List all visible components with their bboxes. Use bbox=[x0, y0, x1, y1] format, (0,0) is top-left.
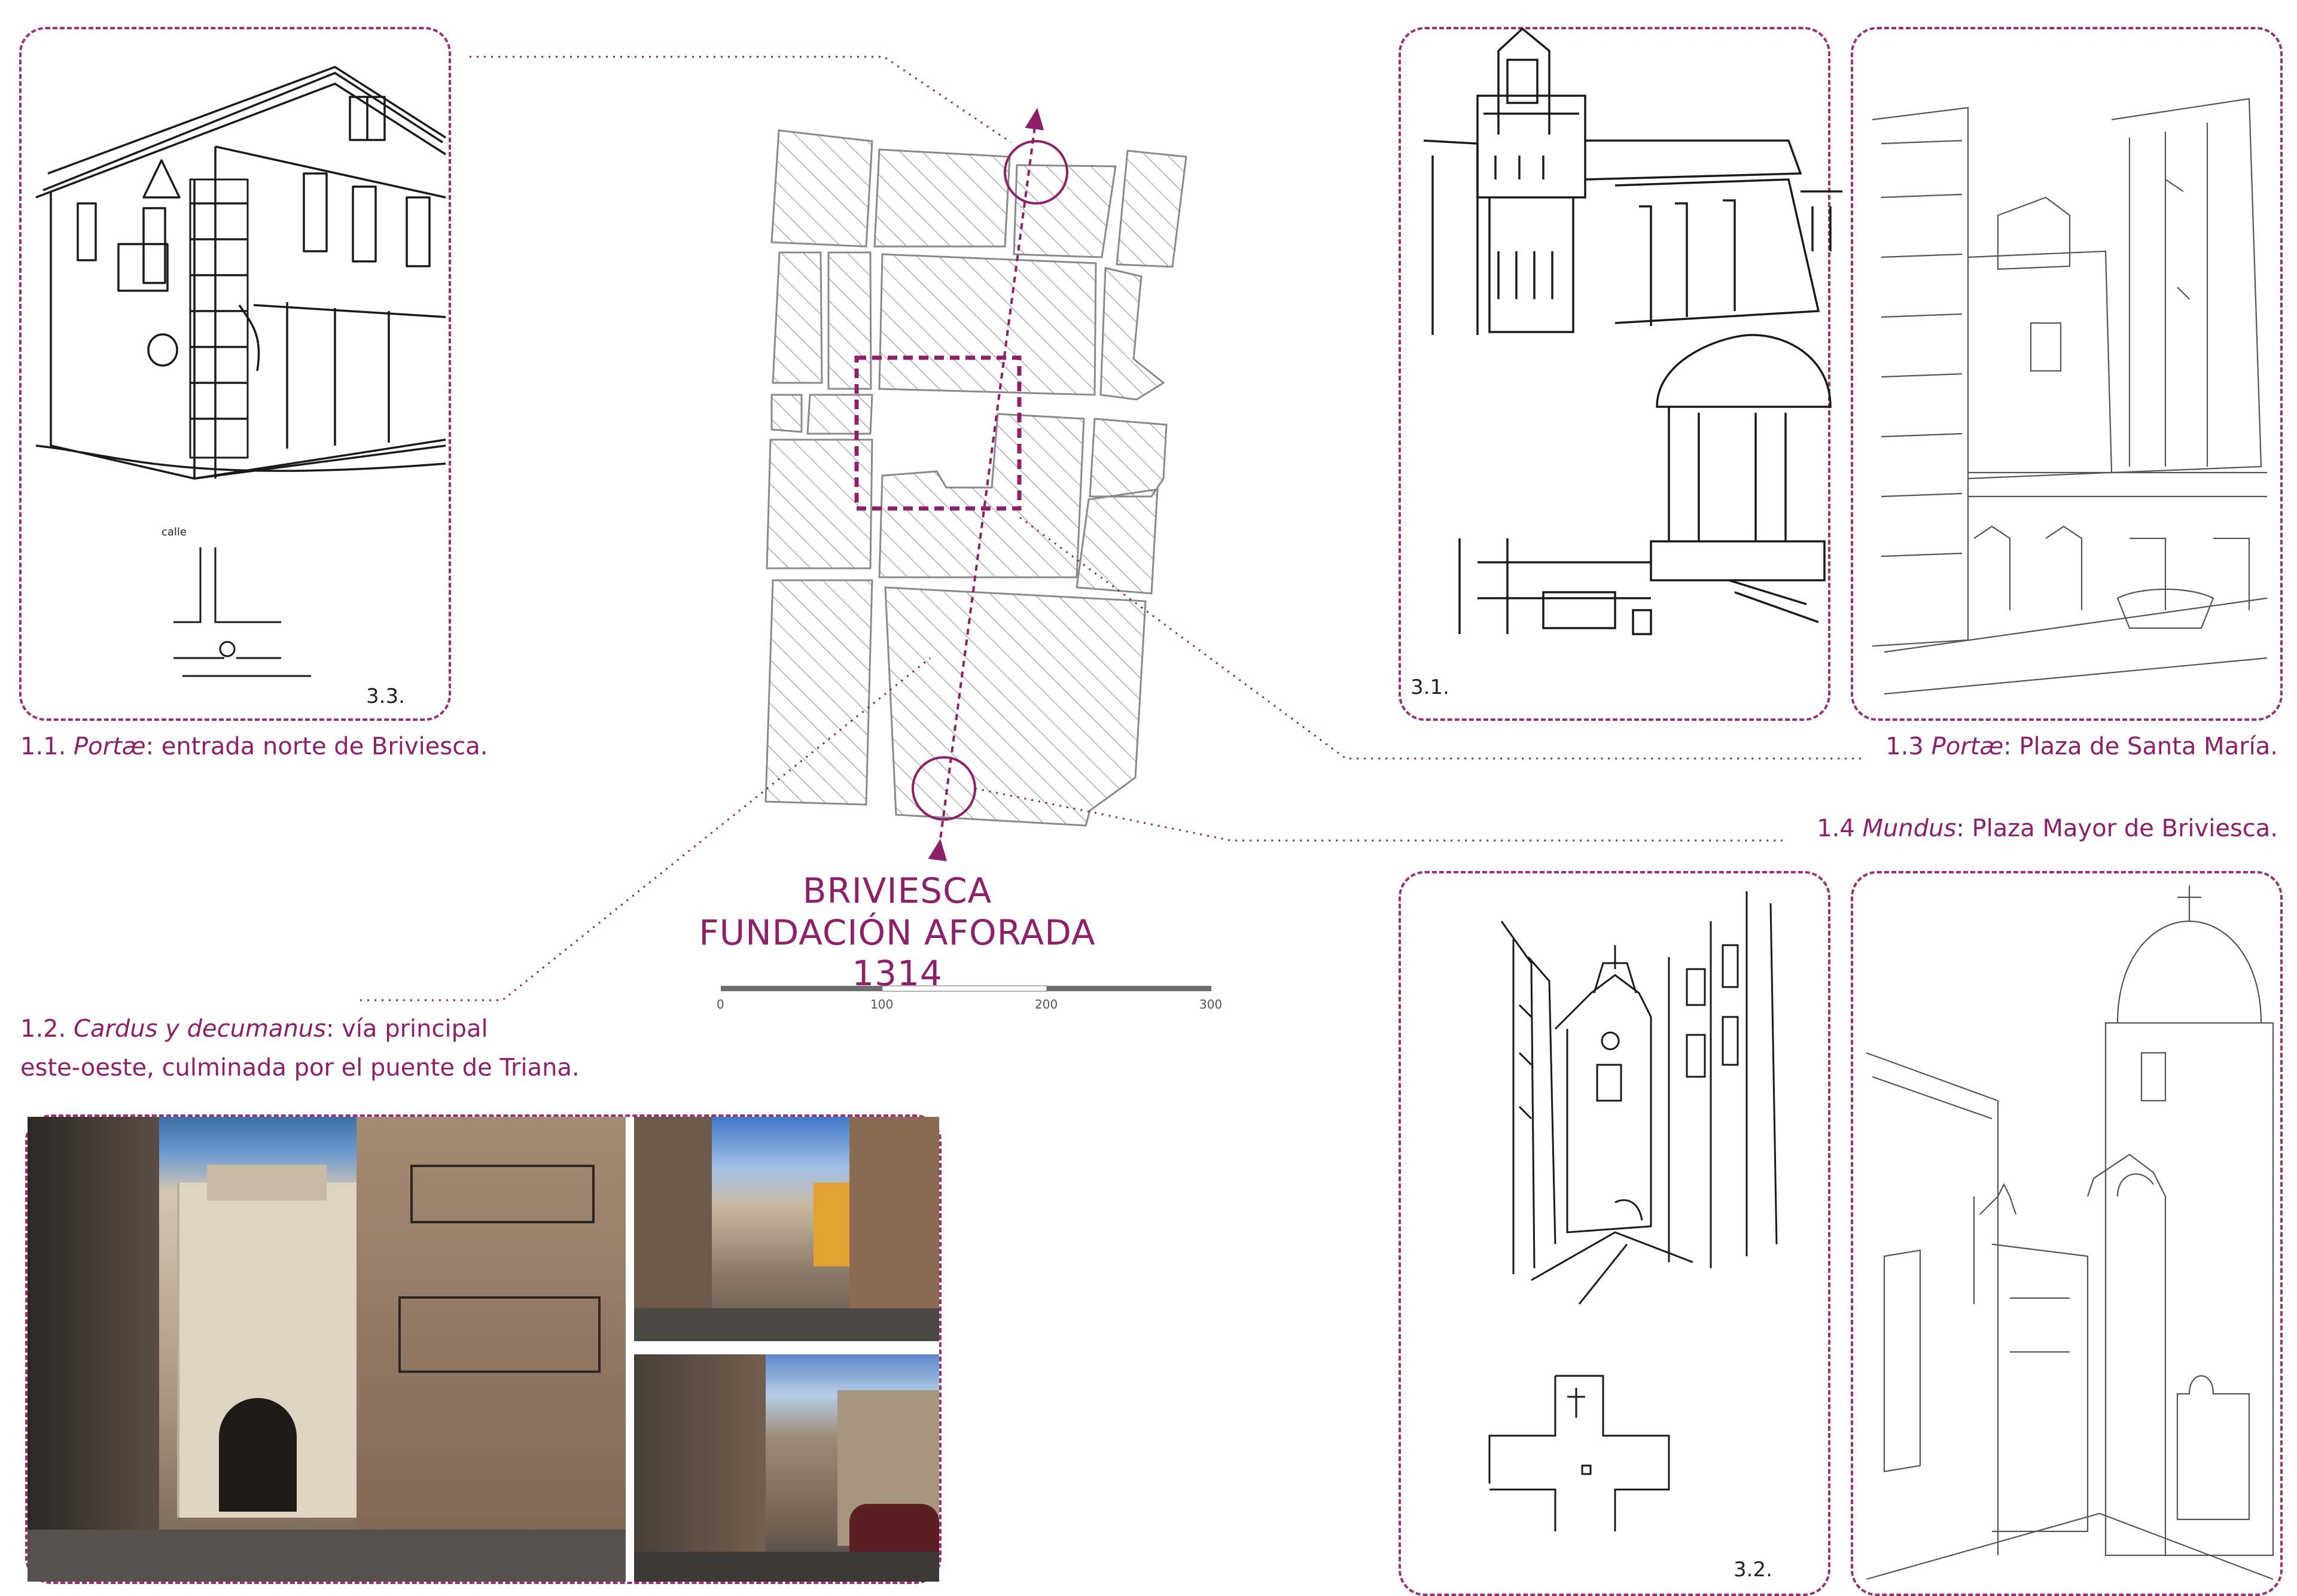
sketch-plan-north-entrance: calle bbox=[162, 526, 311, 677]
block bbox=[827, 251, 872, 390]
sketch-plan-street bbox=[1488, 1375, 1670, 1531]
caption-1-2: 1.2. Cardus y decumanus: vía principal bbox=[20, 1011, 488, 1047]
map-title-line1: BRIVIESCA bbox=[802, 870, 992, 911]
block bbox=[1099, 267, 1165, 401]
sketch-note-3-3: 3.3. bbox=[366, 684, 405, 708]
block bbox=[764, 579, 873, 806]
block bbox=[806, 394, 873, 435]
block bbox=[1013, 164, 1117, 258]
photo-main-street-north bbox=[634, 1117, 939, 1341]
block bbox=[884, 586, 1147, 827]
caption-1-4-number: 1.4 bbox=[1817, 815, 1855, 842]
photo-main-street-south bbox=[634, 1354, 939, 1582]
caption-1-3: 1.3 Portæ: Plaza de Santa María. bbox=[1885, 729, 2278, 765]
scale-label-200: 200 bbox=[1035, 997, 1058, 1012]
caption-1-3-term: Portæ bbox=[1931, 733, 2004, 760]
scale-label-100: 100 bbox=[870, 997, 894, 1012]
photo-plaza-street bbox=[28, 1117, 626, 1582]
caption-1-2-number: 1.2. bbox=[20, 1015, 66, 1043]
caption-1-2-line2: este-oeste, culminada por el puente de T… bbox=[20, 1054, 580, 1082]
caption-1-3-number: 1.3 bbox=[1885, 733, 1924, 760]
caption-1-4-text: : Plaza Mayor de Briviesca. bbox=[1956, 815, 2278, 842]
scale-label-300: 300 bbox=[1199, 997, 1223, 1012]
sketch-street-towers bbox=[1500, 891, 1778, 1305]
caption-1-1-text: : entrada norte de Briviesca. bbox=[145, 733, 488, 760]
block bbox=[770, 129, 873, 248]
scale-label-0: 0 bbox=[717, 997, 724, 1012]
caption-1-4: 1.4 Mundus: Plaza Mayor de Briviesca. bbox=[1817, 811, 2278, 846]
caption-1-2-text: : vía principal bbox=[325, 1015, 488, 1043]
svg-text:calle: calle bbox=[162, 526, 187, 538]
map-title-line2: FUNDACIÓN AFORADA 1314 bbox=[699, 912, 1096, 994]
sketch-corner-building bbox=[35, 66, 446, 480]
block bbox=[766, 438, 873, 569]
caption-1-2-term: Cardus y decumanus bbox=[74, 1015, 326, 1043]
sketch-plaza-santa-maria-towers bbox=[1423, 27, 1842, 635]
caption-1-1-number: 1.1. bbox=[20, 733, 66, 760]
caption-1-3-text: : Plaza de Santa María. bbox=[2003, 733, 2278, 760]
block bbox=[1076, 488, 1159, 595]
block bbox=[1116, 150, 1187, 268]
block bbox=[770, 394, 803, 433]
sketch-pencil-plaza bbox=[1872, 98, 2268, 695]
block bbox=[772, 251, 823, 384]
block bbox=[878, 413, 1085, 578]
caption-1-1: 1.1. Portæ: entrada norte de Briviesca. bbox=[20, 729, 488, 765]
sketch-pencil-dome-church bbox=[1866, 885, 2274, 1580]
block bbox=[878, 253, 1097, 396]
sketch-note-3-2: 3.2. bbox=[1734, 1558, 1772, 1582]
town-blocks bbox=[764, 129, 1187, 827]
block bbox=[873, 148, 1011, 248]
sketch-note-3-1: 3.1. bbox=[1411, 675, 1449, 699]
caption-1-4-term: Mundus bbox=[1862, 815, 1957, 842]
block bbox=[1089, 418, 1168, 498]
caption-1-1-term: Portæ bbox=[74, 733, 146, 760]
